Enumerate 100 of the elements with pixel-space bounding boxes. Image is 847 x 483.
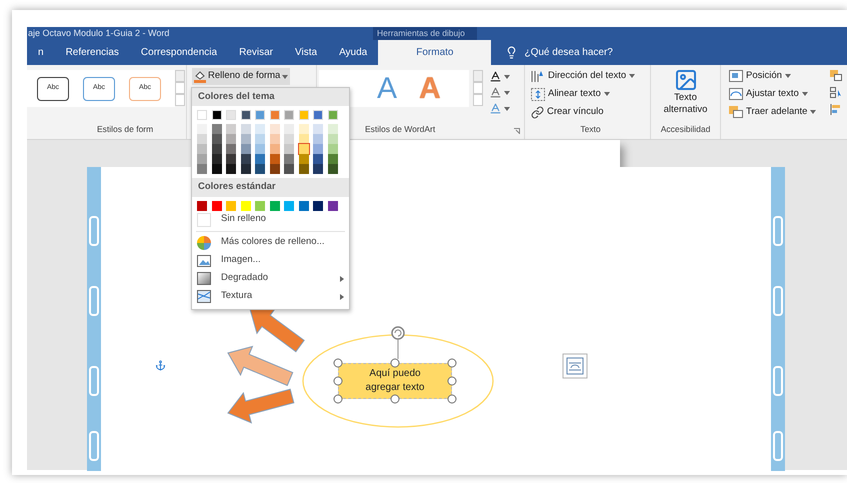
color-swatch[interactable] <box>313 164 323 174</box>
color-swatch[interactable] <box>240 124 250 134</box>
text-box[interactable]: Aquí puedo agregar texto <box>338 363 452 399</box>
color-swatch[interactable] <box>240 134 250 144</box>
color-swatch[interactable] <box>212 200 222 210</box>
color-swatch[interactable] <box>270 154 280 164</box>
color-swatch[interactable] <box>240 154 250 164</box>
menu-item[interactable]: Imagen... <box>192 252 349 270</box>
block-arrow[interactable] <box>227 346 294 386</box>
color-swatch[interactable] <box>226 134 236 144</box>
color-swatch[interactable] <box>226 144 236 154</box>
color-swatch[interactable] <box>328 154 338 164</box>
menu-item[interactable]: Textura <box>192 288 349 306</box>
menu-item[interactable]: Degradado <box>192 270 349 288</box>
block-arrow[interactable] <box>249 308 305 352</box>
shape-fill-button[interactable]: Relleno de forma <box>192 68 290 85</box>
color-swatch[interactable] <box>298 200 308 210</box>
color-swatch[interactable] <box>197 154 207 164</box>
color-swatch[interactable] <box>270 134 280 144</box>
ribbon-command[interactable]: Dirección del texto <box>531 68 650 84</box>
color-swatch[interactable] <box>284 134 294 144</box>
color-swatch[interactable] <box>240 110 250 120</box>
bring-forward-icon[interactable] <box>830 70 842 81</box>
ribbon-tab[interactable]: Vista <box>284 40 328 65</box>
color-swatch[interactable] <box>298 110 308 120</box>
ribbon-tab[interactable]: Formato <box>378 40 492 65</box>
color-swatch[interactable] <box>313 124 323 134</box>
color-swatch[interactable] <box>284 110 294 120</box>
color-swatch[interactable] <box>240 200 250 210</box>
color-swatch[interactable] <box>226 200 236 210</box>
color-swatch[interactable] <box>255 124 265 134</box>
color-swatch[interactable] <box>298 144 308 154</box>
color-swatch[interactable] <box>226 124 236 134</box>
color-swatch[interactable] <box>240 164 250 174</box>
color-swatch[interactable] <box>298 134 308 144</box>
align-objects-icon[interactable] <box>830 104 842 115</box>
ribbon-command[interactable]: Crear vínculo <box>531 104 650 120</box>
color-swatch[interactable] <box>270 200 280 210</box>
color-swatch[interactable] <box>226 110 236 120</box>
color-swatch[interactable] <box>298 164 308 174</box>
color-swatch[interactable] <box>313 134 323 144</box>
color-swatch[interactable] <box>212 164 222 174</box>
ribbon-tab[interactable]: Ayuda <box>328 40 378 65</box>
selection-pane-icon[interactable] <box>830 87 842 98</box>
ellipse-shape[interactable] <box>302 334 494 428</box>
color-swatch[interactable] <box>328 134 338 144</box>
scroll-down-icon[interactable] <box>473 82 483 94</box>
color-swatch[interactable] <box>197 200 207 210</box>
more-icon[interactable] <box>175 94 185 106</box>
layout-options-icon[interactable] <box>566 358 584 374</box>
color-swatch[interactable] <box>212 124 222 134</box>
more-icon[interactable] <box>473 94 483 106</box>
color-swatch[interactable] <box>284 154 294 164</box>
menu-item[interactable]: Más colores de relleno... <box>192 234 349 252</box>
dialog-launcher-icon[interactable] <box>514 128 520 134</box>
color-swatch[interactable] <box>226 164 236 174</box>
color-swatch[interactable] <box>313 110 323 120</box>
color-swatch[interactable] <box>255 110 265 120</box>
color-swatch[interactable] <box>212 154 222 164</box>
color-swatch[interactable] <box>328 200 338 210</box>
color-swatch[interactable] <box>284 144 294 154</box>
text-effects-icon[interactable] <box>489 102 502 115</box>
color-swatch[interactable] <box>284 164 294 174</box>
color-swatch[interactable] <box>328 144 338 154</box>
color-swatch[interactable] <box>328 110 338 120</box>
color-swatch[interactable] <box>328 124 338 134</box>
text-fill-icon[interactable] <box>489 70 502 83</box>
color-swatch[interactable] <box>212 144 222 154</box>
tell-me-field[interactable]: ¿Qué desea hacer? <box>491 40 613 65</box>
color-swatch[interactable] <box>270 124 280 134</box>
color-swatch[interactable] <box>212 134 222 144</box>
color-swatch[interactable] <box>197 164 207 174</box>
rotate-handle-icon[interactable] <box>391 326 405 340</box>
color-swatch[interactable] <box>298 124 308 134</box>
color-swatch[interactable] <box>212 110 222 120</box>
ribbon-tab[interactable]: n <box>27 40 55 65</box>
color-swatch[interactable] <box>270 144 280 154</box>
color-swatch[interactable] <box>284 124 294 134</box>
ribbon-command[interactable]: Traer adelante <box>729 104 816 120</box>
ribbon-tab[interactable]: Referencias <box>54 40 130 65</box>
color-swatch[interactable] <box>197 144 207 154</box>
color-swatch[interactable] <box>255 144 265 154</box>
color-swatch[interactable] <box>255 154 265 164</box>
color-swatch[interactable] <box>255 134 265 144</box>
color-swatch[interactable] <box>284 200 294 210</box>
color-swatch[interactable] <box>240 144 250 154</box>
color-swatch[interactable] <box>226 154 236 164</box>
color-swatch[interactable] <box>313 144 323 154</box>
color-swatch[interactable] <box>197 124 207 134</box>
ribbon-command[interactable]: Posición <box>729 68 816 84</box>
color-swatch[interactable] <box>313 200 323 210</box>
alt-text-button[interactable]: Texto alternativo <box>654 65 716 116</box>
color-swatch[interactable] <box>255 200 265 210</box>
ribbon-command[interactable]: Ajustar texto <box>729 86 816 102</box>
color-swatch[interactable] <box>197 110 207 120</box>
scroll-down-icon[interactable] <box>175 82 185 94</box>
text-outline-icon[interactable] <box>489 86 502 99</box>
color-swatch[interactable] <box>298 154 308 164</box>
color-swatch[interactable] <box>270 110 280 120</box>
color-swatch[interactable] <box>197 134 207 144</box>
